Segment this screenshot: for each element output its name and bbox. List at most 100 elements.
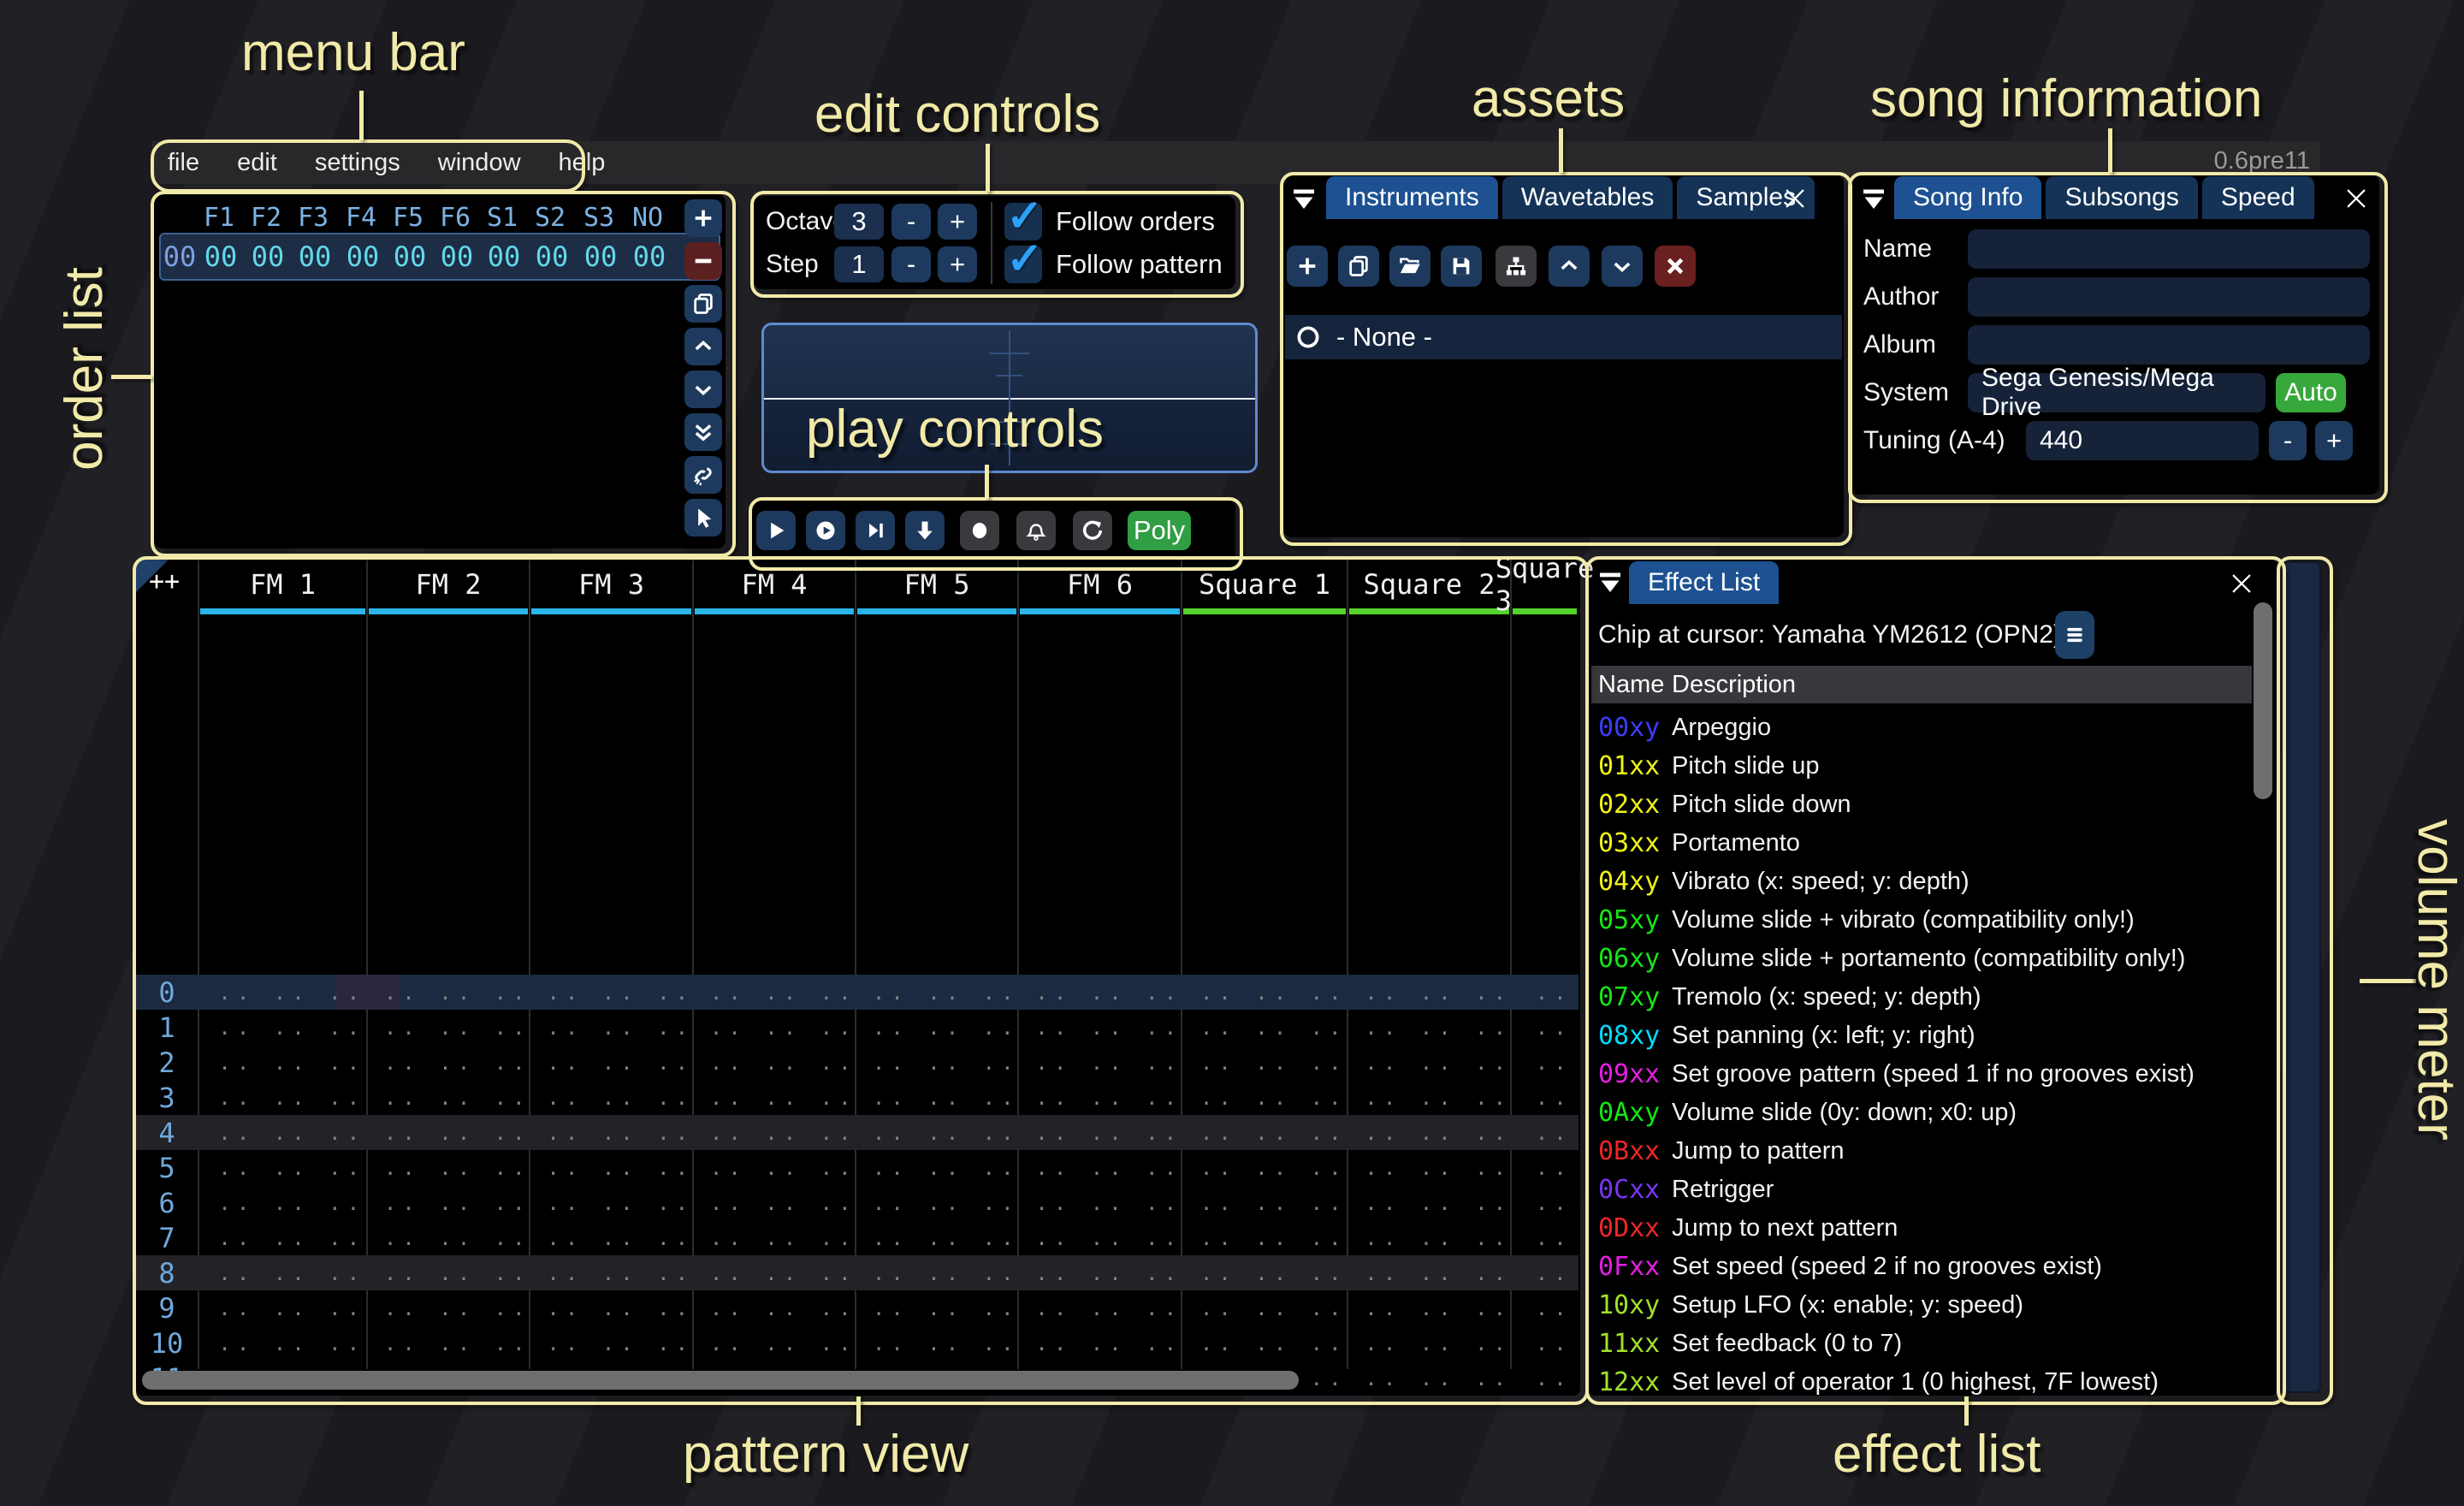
assets-delete-button[interactable] bbox=[1655, 246, 1696, 287]
pattern-cell[interactable]: ... .. .. .. .. bbox=[205, 1185, 360, 1220]
channel-header-square-3[interactable]: Square 3 bbox=[1511, 563, 1578, 606]
move-down-button[interactable] bbox=[905, 511, 945, 550]
pattern-cell[interactable]: ... .. .. .. .. bbox=[1025, 975, 1175, 1010]
order-deep-clone-button[interactable] bbox=[684, 456, 722, 494]
pattern-cell[interactable]: ... .. .. .. .. bbox=[1188, 1045, 1341, 1080]
pattern-cell[interactable]: ... .. .. .. .. bbox=[1518, 1255, 1572, 1290]
instrument-list-item[interactable]: - None - bbox=[1285, 315, 1842, 359]
pattern-cell[interactable]: ... .. .. .. .. bbox=[536, 1045, 686, 1080]
effect-row[interactable]: 02xxPitch slide down bbox=[1591, 786, 2252, 824]
play-pattern-button[interactable] bbox=[806, 511, 845, 550]
pattern-cell[interactable]: ... .. .. .. .. bbox=[700, 1220, 849, 1255]
assets-toggle-folders-button[interactable] bbox=[1496, 246, 1537, 287]
pattern-cell[interactable]: ... .. .. .. .. bbox=[1518, 1290, 1572, 1325]
order-remove-button[interactable] bbox=[684, 242, 722, 280]
effect-row[interactable]: 07xyTremolo (x: speed; y: depth) bbox=[1591, 978, 2252, 1017]
pattern-cell[interactable]: ... .. .. .. .. bbox=[1188, 975, 1341, 1010]
pattern-cell[interactable]: ... .. .. .. .. bbox=[1354, 1361, 1504, 1396]
play-button[interactable] bbox=[756, 511, 796, 550]
pattern-cell[interactable]: ... .. .. .. .. bbox=[1025, 1150, 1175, 1185]
tab-effect-list[interactable]: Effect List bbox=[1629, 561, 1779, 604]
system-select[interactable]: Sega Genesis/Mega Drive bbox=[1968, 373, 2266, 412]
assets-duplicate-button[interactable] bbox=[1338, 246, 1379, 287]
assets-close-icon[interactable] bbox=[1778, 181, 1812, 216]
pattern-cell[interactable]: ... .. .. .. .. bbox=[1354, 1150, 1504, 1185]
menu-item-file[interactable]: file bbox=[168, 149, 199, 177]
pattern-cell[interactable]: ... .. .. .. .. bbox=[1518, 1361, 1572, 1396]
pattern-cell[interactable]: ... .. .. .. .. bbox=[1188, 1010, 1341, 1045]
record-button[interactable] bbox=[960, 511, 999, 550]
order-cell[interactable]: 00 bbox=[431, 234, 483, 279]
metronome-button[interactable] bbox=[1016, 511, 1056, 550]
window-menu-icon[interactable] bbox=[1595, 566, 1626, 597]
pattern-cell[interactable]: ... .. .. .. .. bbox=[862, 1045, 1011, 1080]
pattern-cell[interactable]: ... .. .. .. .. bbox=[205, 1045, 360, 1080]
pattern-cell[interactable]: ... .. .. .. .. bbox=[1354, 1185, 1504, 1220]
pattern-cell[interactable]: ... .. .. .. .. bbox=[205, 1290, 360, 1325]
pattern-cell[interactable]: ... .. .. .. .. bbox=[1025, 1255, 1175, 1290]
pattern-cell[interactable]: ... .. .. .. .. bbox=[205, 1220, 360, 1255]
window-menu-icon[interactable] bbox=[1288, 183, 1319, 214]
menu-item-help[interactable]: help bbox=[559, 149, 606, 177]
pattern-cell[interactable]: ... .. .. .. .. bbox=[862, 1150, 1011, 1185]
pattern-cell[interactable]: ... .. .. .. .. bbox=[862, 1325, 1011, 1361]
pattern-cell[interactable]: ... .. .. .. .. bbox=[1518, 1045, 1572, 1080]
effect-row[interactable]: 05xyVolume slide + vibrato (compatibilit… bbox=[1591, 901, 2252, 940]
effect-row[interactable]: 09xxSet groove pattern (speed 1 if no gr… bbox=[1591, 1055, 2252, 1094]
poly-toggle-button[interactable]: Poly bbox=[1128, 511, 1191, 550]
pattern-cell[interactable]: ... .. .. .. .. bbox=[1354, 1255, 1504, 1290]
tuning-increment-button[interactable]: + bbox=[2315, 421, 2353, 460]
octave-decrement-button[interactable]: - bbox=[891, 204, 931, 240]
effect-row[interactable]: 01xxPitch slide up bbox=[1591, 747, 2252, 786]
channel-header-fm-5[interactable]: FM 5 bbox=[856, 563, 1018, 606]
pattern-cell[interactable]: ... .. .. .. .. bbox=[1518, 1150, 1572, 1185]
effect-row[interactable]: 06xyVolume slide + portamento (compatibi… bbox=[1591, 940, 2252, 978]
pattern-cell[interactable]: ... .. .. .. .. bbox=[374, 1325, 523, 1361]
order-cell[interactable]: 00 bbox=[526, 234, 578, 279]
pattern-cell[interactable]: ... .. .. .. .. bbox=[700, 1290, 849, 1325]
pattern-cell[interactable]: ... .. .. .. .. bbox=[1518, 1220, 1572, 1255]
order-cell[interactable]: 00 bbox=[242, 234, 293, 279]
pattern-cell[interactable]: ... .. .. .. .. bbox=[862, 1115, 1011, 1150]
channel-header-fm-1[interactable]: FM 1 bbox=[198, 563, 367, 606]
author-field[interactable] bbox=[1968, 277, 2370, 317]
album-field[interactable] bbox=[1968, 325, 2370, 365]
assets-add-button[interactable] bbox=[1287, 246, 1328, 287]
effect-row[interactable]: 11xxSet feedback (0 to 7) bbox=[1591, 1325, 2252, 1363]
order-duplicate-button[interactable] bbox=[684, 285, 722, 323]
order-add-button[interactable] bbox=[684, 199, 722, 237]
order-edit-mode-button[interactable] bbox=[684, 499, 722, 537]
pattern-cell[interactable]: ... .. .. .. .. bbox=[1354, 1290, 1504, 1325]
order-cell[interactable]: 00 bbox=[195, 234, 246, 279]
pattern-cell[interactable]: ... .. .. .. .. bbox=[536, 1010, 686, 1045]
pattern-cell[interactable]: ... .. .. .. .. bbox=[1354, 1115, 1504, 1150]
pattern-cell[interactable]: ... .. .. .. .. bbox=[862, 1185, 1011, 1220]
pattern-cell[interactable]: ... .. .. .. .. bbox=[700, 1045, 849, 1080]
pattern-cell[interactable]: ... .. .. .. .. bbox=[1354, 1220, 1504, 1255]
step-value[interactable]: 1 bbox=[834, 246, 884, 282]
song-info-close-icon[interactable] bbox=[2339, 181, 2373, 216]
effect-row[interactable]: 10xySetup LFO (x: enable; y: speed) bbox=[1591, 1286, 2252, 1325]
pattern-cell[interactable]: ... .. .. .. .. bbox=[374, 1185, 523, 1220]
effect-row[interactable]: 08xySet panning (x: left; y: right) bbox=[1591, 1017, 2252, 1055]
repeat-pattern-button[interactable] bbox=[1073, 511, 1112, 550]
pattern-cell[interactable]: ... .. .. .. .. bbox=[205, 975, 360, 1010]
pattern-horizontal-scrollbar[interactable] bbox=[142, 1371, 1299, 1390]
order-cell[interactable]: 00 bbox=[337, 234, 388, 279]
pattern-cell[interactable]: ... .. .. .. .. bbox=[536, 1325, 686, 1361]
octave-value[interactable]: 3 bbox=[834, 204, 884, 240]
effect-row[interactable]: 12xxSet level of operator 1 (0 highest, … bbox=[1591, 1363, 2252, 1402]
tuning-decrement-button[interactable]: - bbox=[2269, 421, 2307, 460]
pattern-cell[interactable]: ... .. .. .. .. bbox=[1025, 1185, 1175, 1220]
pattern-cell[interactable]: ... .. .. .. .. bbox=[1354, 1080, 1504, 1115]
system-auto-button[interactable]: Auto bbox=[2276, 373, 2346, 412]
pattern-cell[interactable]: ... .. .. .. .. bbox=[205, 1010, 360, 1045]
pattern-cell[interactable]: ... .. .. .. .. bbox=[1518, 1010, 1572, 1045]
order-cell[interactable]: 00 bbox=[624, 234, 675, 279]
pattern-cell[interactable]: ... .. .. .. .. bbox=[862, 1290, 1011, 1325]
effect-row[interactable]: 0DxxJump to next pattern bbox=[1591, 1209, 2252, 1248]
channel-header-square-2[interactable]: Square 2 bbox=[1348, 563, 1511, 606]
pattern-cell[interactable]: ... .. .. .. .. bbox=[374, 1150, 523, 1185]
pattern-cell[interactable]: ... .. .. .. .. bbox=[536, 1220, 686, 1255]
order-cell[interactable]: 00 bbox=[289, 234, 341, 279]
